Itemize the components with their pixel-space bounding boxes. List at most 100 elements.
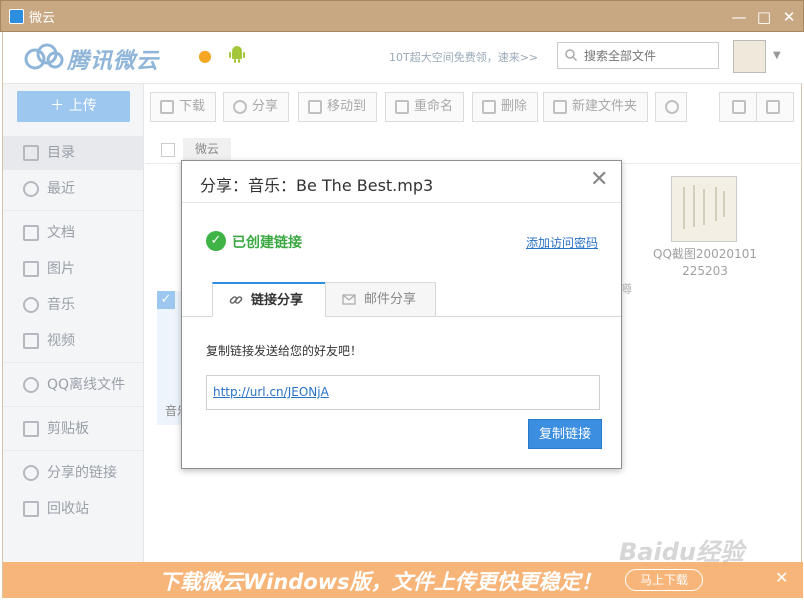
logo-text: 腾讯微云 [67,49,160,74]
share-dialog: 分享：音乐：Be The Best.mp3 ✕ ✓ 已创建链接 添加访问密码 链… [181,160,622,469]
share-link[interactable]: http://url.cn/JEONjA [213,385,329,399]
grid-view-button[interactable] [756,92,794,122]
breadcrumb-root[interactable]: 微云 [183,138,232,160]
divider [3,210,143,211]
cloud-logo-icon [24,43,64,70]
promo-link[interactable]: 10T超大空间免费领，速来>> [389,49,538,65]
pencil-icon [395,100,409,114]
list-icon [23,145,39,161]
close-icon[interactable]: ✕ [775,568,788,587]
share-label: 分享 [252,99,279,114]
sidebar-item-recycle-bin[interactable]: 回收站 [3,492,143,526]
sidebar-item-directory[interactable]: 目录 [3,136,143,170]
rename-button[interactable]: 重命名 [385,92,465,122]
thumbnail-caption-line1: QQ截图20020101 [653,247,757,261]
sidebar-item-label: QQ离线文件 [47,377,126,393]
upload-label: 上传 [68,98,97,114]
thumbnail-caption-line2: 225203 [682,264,728,278]
refresh-button[interactable] [655,92,687,122]
sidebar-item-label: 视频 [47,333,75,349]
download-icon [160,100,174,114]
move-to-button[interactable]: 移动到 [298,92,378,122]
avatar[interactable] [733,40,766,73]
android-icon[interactable] [229,45,245,63]
sidebar-item-recent[interactable]: 最近 [3,172,143,206]
window-title: 微云 [29,11,56,26]
share-icon [23,465,39,481]
sidebar-item-shared-links[interactable]: 分享的链接 [3,456,143,490]
calligraphy-thumbnail-icon [683,185,725,229]
rename-label: 重命名 [414,99,454,114]
sidebar-item-label: 分享的链接 [47,465,117,481]
apple-icon[interactable]: ● [198,46,212,65]
sidebar-item-images[interactable]: 图片 [3,252,143,286]
mail-icon [342,294,356,305]
close-icon[interactable]: ✕ [590,169,608,191]
sidebar-item-clipboard[interactable]: 剪贴板 [3,412,143,446]
new-folder-label: 新建文件夹 [572,99,638,114]
promo-banner: 下载微云Windows版，文件上传更快更稳定！ 马上下载 ✕ [3,562,803,598]
close-window-button[interactable]: ✕ [779,7,799,27]
download-now-button[interactable]: 马上下载 [625,569,703,591]
search-box[interactable] [557,42,719,69]
trash-icon [482,100,496,114]
share-icon [233,100,247,114]
new-folder-button[interactable]: 新建文件夹 [543,92,649,122]
select-all-checkbox[interactable] [161,143,175,157]
maximize-button[interactable]: □ [754,7,774,27]
panel-icon [732,100,746,114]
weiyun-app-icon [9,9,24,24]
penguin-icon [23,377,39,393]
sidebar-item-video[interactable]: 视频 [3,324,143,358]
document-icon [23,225,39,241]
divider [3,406,143,407]
sidebar-item-label: 图片 [47,261,75,277]
tab-label: 链接分享 [251,293,304,308]
header: 腾讯微云 ● 10T超大空间免费领，速来>> ▼ [3,32,803,84]
clipboard-icon [23,421,39,437]
sidebar-item-label: 目录 [47,145,75,161]
delete-button[interactable]: 删除 [472,92,539,122]
add-password-link[interactable]: 添加访问密码 [526,234,598,251]
search-icon [565,49,577,61]
sidebar-item-label: 最近 [47,181,75,197]
detail-view-button[interactable] [719,92,757,122]
file-checkbox[interactable]: ✓ [157,291,175,309]
instruction-text: 复制链接发送给您的好友吧！ [206,344,363,358]
link-created-status: 已创建链接 [232,235,302,251]
move-icon [308,100,322,114]
music-note-icon [23,297,39,313]
trash-icon [23,501,39,517]
image-icon [23,261,39,277]
delete-label: 删除 [501,99,528,114]
sidebar-item-label: 回收站 [47,501,89,517]
banner-text: 下载微云Windows版，文件上传更快更稳定！ [159,570,602,594]
tab-label: 邮件分享 [364,292,417,307]
download-button[interactable]: 下载 [150,92,217,122]
image-thumbnail[interactable] [671,176,737,242]
share-button[interactable]: 分享 [223,92,290,122]
dialog-header: 分享：音乐：Be The Best.mp3 ✕ [182,161,621,203]
divider [3,362,143,363]
sidebar-item-label: 音乐 [47,297,75,313]
tab-link-share[interactable]: 链接分享 [212,282,326,317]
link-icon [229,296,243,304]
sidebar-item-documents[interactable]: 文档 [3,216,143,250]
title-bar: 微云 — □ ✕ [0,0,804,32]
chevron-down-icon[interactable]: ▼ [773,50,781,61]
copy-link-button[interactable]: 复制链接 [528,419,602,449]
clock-icon [23,181,39,197]
film-icon [23,333,39,349]
thumbnail-caption: QQ截图20020101 225203 [643,246,767,280]
sidebar-item-music[interactable]: 音乐 [3,288,143,322]
folder-icon [553,100,567,114]
minimize-button[interactable]: — [729,7,749,27]
sidebar-item-qq-offline[interactable]: QQ离线文件 [3,368,143,402]
refresh-icon [665,100,679,114]
check-circle-icon: ✓ [206,231,226,251]
share-link-field[interactable]: http://url.cn/JEONjA [206,375,600,410]
search-input[interactable] [584,47,714,65]
grid-icon [766,100,780,114]
tab-mail-share[interactable]: 邮件分享 [325,282,436,317]
upload-button[interactable]: ＋ 上传 [17,91,130,122]
